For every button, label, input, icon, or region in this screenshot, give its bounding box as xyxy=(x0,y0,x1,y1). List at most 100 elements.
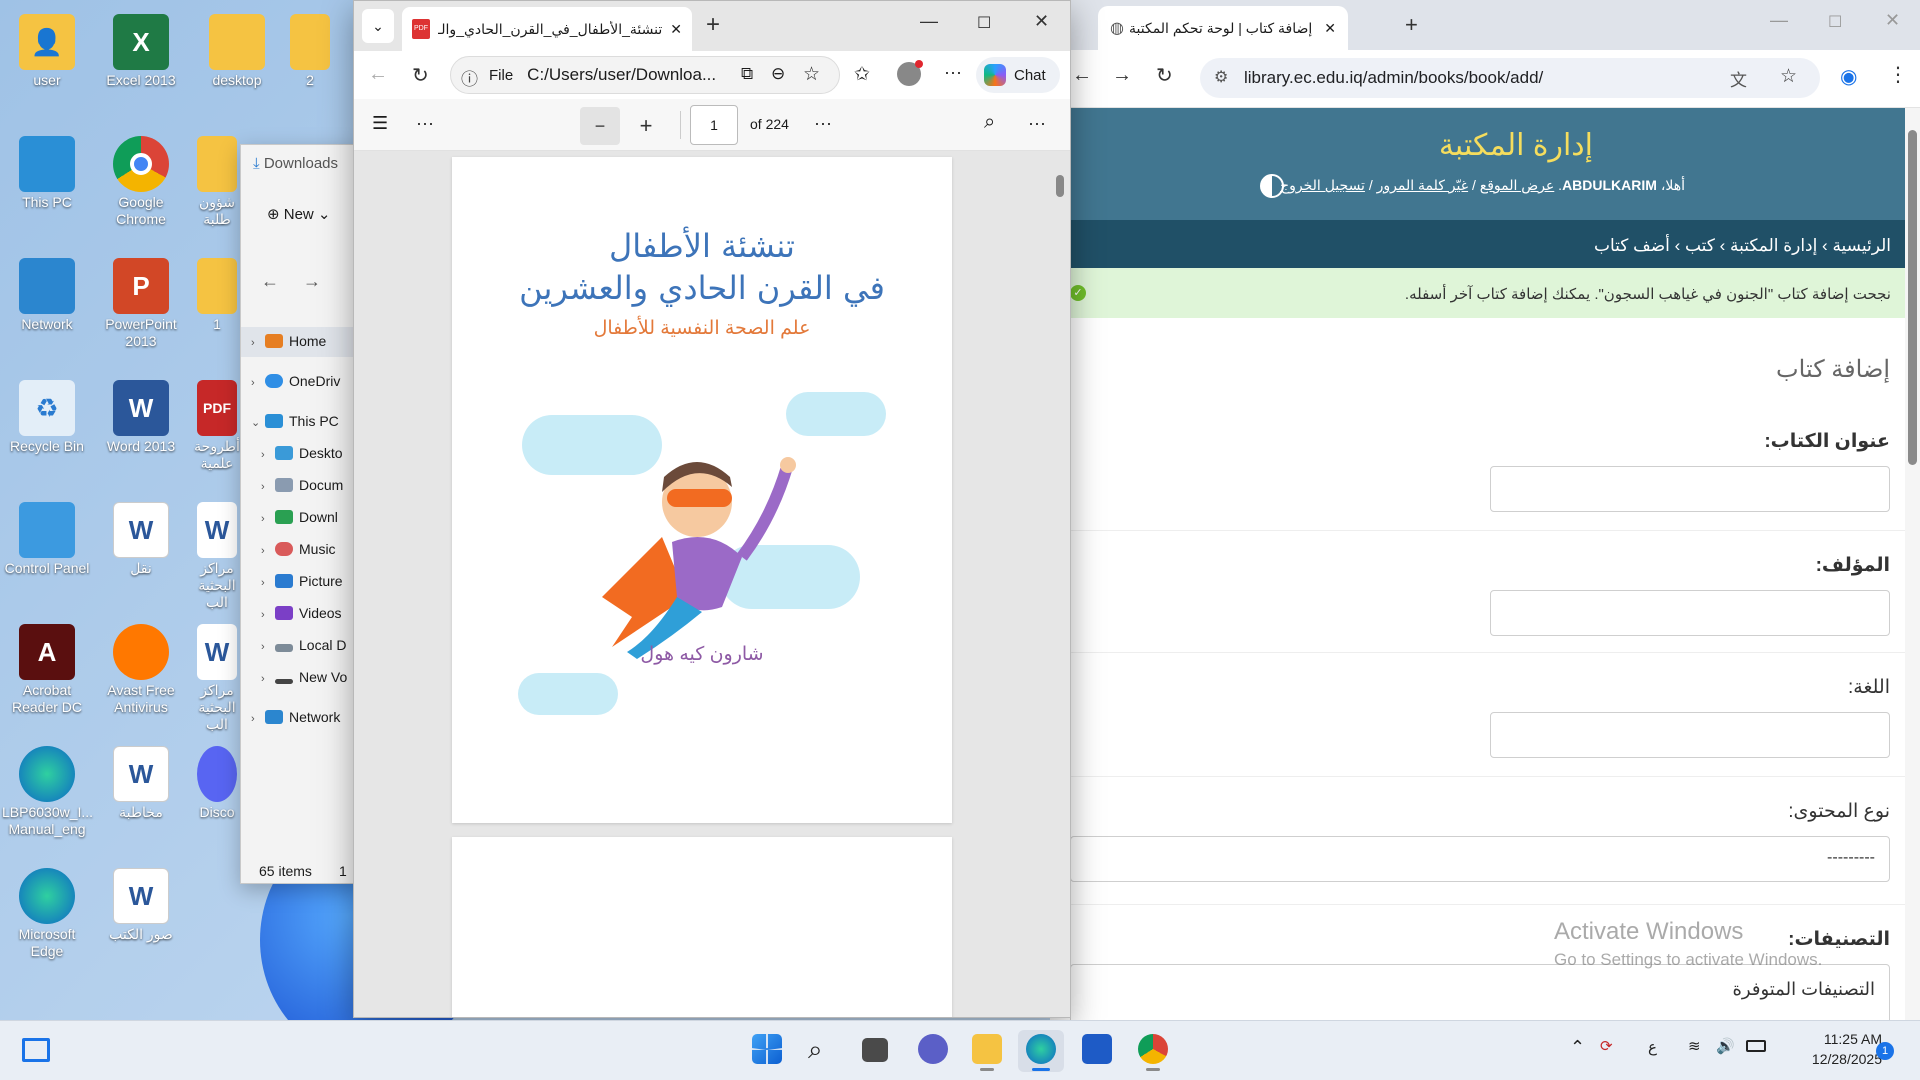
desktop-icon-folder-students[interactable]: شؤون طلبة xyxy=(192,130,242,228)
desktop-icon-desktop-folder[interactable]: desktop xyxy=(192,8,282,89)
desktop-icon-edge-manual[interactable]: LBP6030w_I... Manual_eng xyxy=(2,740,93,838)
volume-icon[interactable]: 🔊 xyxy=(1716,1037,1735,1055)
change-password-link[interactable]: غيّر كلمة المرور xyxy=(1377,177,1468,193)
teams-chat-icon[interactable] xyxy=(918,1034,948,1064)
clock-time[interactable]: 11:25 AM xyxy=(1806,1031,1882,1047)
available-categories-box[interactable]: التصنيفات المتوفرة xyxy=(1070,964,1890,1024)
widgets-icon[interactable] xyxy=(22,1038,50,1062)
desktop-icon-avast[interactable]: Avast Free Antivirus xyxy=(96,618,186,716)
desktop-icon-excel[interactable]: X Excel 2013 xyxy=(96,8,186,89)
title-input[interactable] xyxy=(1490,466,1890,512)
more-tools-icon[interactable]: ··· xyxy=(416,113,434,134)
forward-arrow-icon[interactable]: → xyxy=(303,271,321,292)
wifi-icon[interactable]: ≋ xyxy=(1688,1037,1701,1055)
input-language[interactable]: ع xyxy=(1648,1038,1657,1056)
task-view-icon[interactable] xyxy=(862,1038,888,1062)
read-aloud-icon[interactable]: ⧉ xyxy=(741,64,753,84)
tab-close-icon[interactable]: ✕ xyxy=(670,21,682,38)
desktop-icon-acrobat[interactable]: A Acrobat Reader DC xyxy=(2,618,92,716)
reload-icon[interactable]: ↻ xyxy=(412,63,429,88)
settings-more-icon[interactable]: ··· xyxy=(1028,113,1046,134)
bookmark-star-icon[interactable]: ☆ xyxy=(1780,65,1797,88)
tab-close-icon[interactable]: ✕ xyxy=(1324,20,1336,37)
favorites-icon[interactable]: ✩ xyxy=(854,63,870,86)
file-explorer-icon[interactable] xyxy=(972,1034,1002,1064)
translate-icon[interactable]: 文 xyxy=(1730,66,1747,91)
zoom-out-button[interactable]: − xyxy=(580,107,620,145)
desktop-icon-doc-book-images[interactable]: W صور الكتب xyxy=(96,862,186,943)
sync-alert-icon[interactable]: ⟳ xyxy=(1600,1037,1613,1055)
search-icon[interactable]: ⌕ xyxy=(984,111,995,134)
author-input[interactable] xyxy=(1490,590,1890,636)
search-icon[interactable]: ⌕ xyxy=(808,1034,823,1066)
desktop-icon-pdf-thesis[interactable]: PDF أطروحة علمية xyxy=(192,374,242,472)
desktop-icon-powerpoint[interactable]: P PowerPoint 2013 xyxy=(96,252,186,350)
profile-icon[interactable]: ◉ xyxy=(1840,64,1857,89)
close-window-icon[interactable]: ✕ xyxy=(1034,11,1049,32)
nav-item-onedrive[interactable]: › OneDriv xyxy=(251,373,369,389)
desktop-icon-folder-1[interactable]: 1 xyxy=(192,252,242,333)
forward-arrow-icon[interactable]: → xyxy=(1112,64,1132,87)
zoom-in-button[interactable]: + xyxy=(626,107,666,145)
tab-actions-chevron-icon[interactable]: ⌄ xyxy=(362,9,394,43)
zoom-out-icon[interactable]: ⊖ xyxy=(771,64,785,84)
store-icon[interactable] xyxy=(1082,1034,1112,1064)
menu-kebab-icon[interactable]: ⋮ xyxy=(1888,62,1908,87)
desktop-icon-network[interactable]: Network xyxy=(2,252,92,333)
favorite-star-icon[interactable]: ☆ xyxy=(803,63,820,86)
battery-icon[interactable] xyxy=(1746,1040,1766,1052)
desktop-icon-edge[interactable]: Microsoft Edge xyxy=(2,862,92,960)
table-of-contents-icon[interactable]: ☰ xyxy=(372,113,388,134)
desktop-icon-discord[interactable]: Disco xyxy=(192,740,242,821)
page-scrollbar[interactable] xyxy=(1905,108,1920,1020)
back-arrow-icon[interactable]: ← xyxy=(261,271,279,292)
theme-toggle-icon[interactable] xyxy=(1260,174,1284,198)
content-type-select[interactable]: --------- xyxy=(1070,836,1890,882)
view-site-link[interactable]: عرض الموقع xyxy=(1480,177,1555,193)
nav-item-home[interactable]: › Home xyxy=(251,333,369,349)
edge-taskbar-icon[interactable] xyxy=(1026,1034,1056,1064)
site-settings-icon[interactable]: ⚙ xyxy=(1214,67,1228,87)
back-arrow-icon[interactable]: ← xyxy=(1072,64,1092,87)
copilot-chat-button[interactable]: Chat xyxy=(976,57,1060,93)
desktop-icon-word[interactable]: W Word 2013 xyxy=(96,374,186,455)
language-input[interactable] xyxy=(1490,712,1890,758)
scrollbar-thumb[interactable] xyxy=(1908,130,1917,465)
chrome-address-bar[interactable]: ⚙ library.ec.edu.iq/admin/books/book/add… xyxy=(1200,58,1820,98)
desktop-icon-doc-centers[interactable]: W مراكز البحثية الب xyxy=(192,496,242,611)
desktop-icon-chrome[interactable]: Google Chrome xyxy=(96,130,186,228)
reload-icon[interactable]: ↻ xyxy=(1156,63,1173,88)
more-pdf-options-icon[interactable]: ··· xyxy=(814,113,832,134)
nav-item-this-pc[interactable]: ⌄ This PC xyxy=(251,413,369,429)
nav-item-network[interactable]: › Network xyxy=(251,709,369,725)
explorer-new-button[interactable]: ⊕ New ⌄ xyxy=(267,205,331,223)
minimize-icon[interactable]: — xyxy=(1770,10,1788,31)
scrollbar-thumb[interactable] xyxy=(1056,175,1064,197)
desktop-icon-doc-transfer[interactable]: W نقل xyxy=(96,496,186,577)
maximize-icon[interactable]: ☐ xyxy=(1828,12,1842,32)
back-arrow-icon[interactable]: ← xyxy=(368,63,388,86)
chrome-tab-active[interactable]: ◍ إضافة كتاب | لوحة تحكم المكتبة ✕ xyxy=(1098,6,1348,50)
pdf-scrollbar[interactable] xyxy=(1053,155,1067,1015)
page-number-input[interactable]: 1 xyxy=(690,105,738,145)
desktop-icon-control-panel[interactable]: Control Panel xyxy=(2,496,92,577)
chrome-taskbar-icon[interactable] xyxy=(1138,1034,1168,1064)
desktop-icon-doc-centers-2[interactable]: W مراكز البحثية الب xyxy=(192,618,242,733)
edge-address-bar[interactable]: ⓘ File C:/Users/user/Downloa... ⧉ ⊖ ☆ xyxy=(450,56,840,94)
desktop-icon-doc-letter[interactable]: W مخاطبة xyxy=(96,740,186,821)
desktop-icon-folder-2[interactable]: 2 xyxy=(285,8,335,89)
more-options-icon[interactable]: ··· xyxy=(944,62,962,83)
new-tab-plus-icon[interactable]: + xyxy=(1405,12,1418,38)
edge-tab-active[interactable]: PDF تنشئة_الأطفال_في_القرن_الحادي_والـ ✕ xyxy=(402,7,692,51)
desktop-icon-user[interactable]: 👤 user xyxy=(2,8,92,89)
desktop-icon-recycle-bin[interactable]: ♻ Recycle Bin xyxy=(2,374,92,455)
show-hidden-icons-chevron[interactable]: ⌃ xyxy=(1570,1037,1585,1058)
maximize-icon[interactable]: ☐ xyxy=(977,13,991,33)
clock-date[interactable]: 12/28/2025 xyxy=(1790,1051,1882,1067)
logout-link[interactable]: تسجيل الخروج xyxy=(1280,177,1365,193)
profile-icon[interactable] xyxy=(897,60,923,86)
notification-badge[interactable]: 1 xyxy=(1876,1042,1894,1060)
minimize-icon[interactable]: — xyxy=(920,11,938,32)
desktop-icon-this-pc[interactable]: This PC xyxy=(2,130,92,211)
new-tab-plus-icon[interactable]: + xyxy=(706,11,720,39)
